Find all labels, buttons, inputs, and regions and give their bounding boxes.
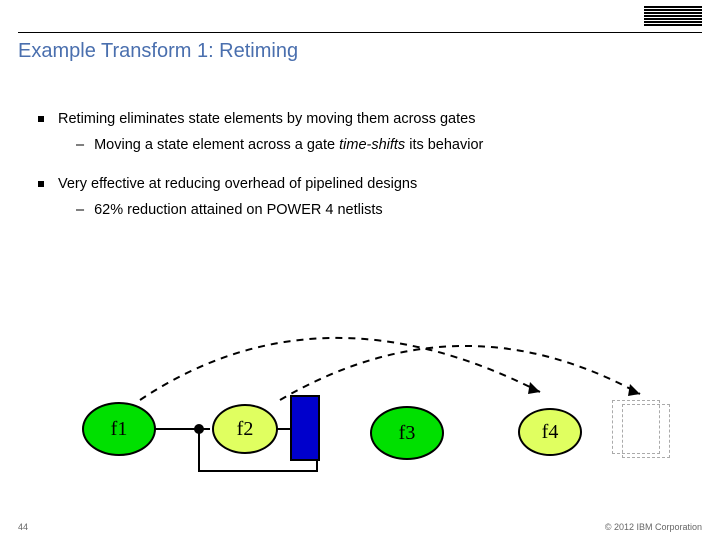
bullet-1-sub-text: Moving a state element across a gate tim… xyxy=(94,136,483,156)
bullet-2-sub-text: 62% reduction attained on POWER 4 netlis… xyxy=(94,201,383,221)
bullet-2-sub: – 62% reduction attained on POWER 4 netl… xyxy=(76,201,690,221)
sub-text-pre: Moving a state element across a gate xyxy=(94,137,339,153)
slide-title: Example Transform 1: Retiming xyxy=(18,40,298,63)
state-element xyxy=(290,395,320,461)
wire-junction xyxy=(194,424,204,434)
node-f4: f4 xyxy=(518,408,582,456)
copyright: © 2012 IBM Corporation xyxy=(605,522,702,532)
bullet-1-text: Retiming eliminates state elements by mo… xyxy=(58,110,475,130)
header-rule xyxy=(18,32,702,33)
dash-marker: – xyxy=(76,136,84,156)
bullet-list: Retiming eliminates state elements by mo… xyxy=(38,110,690,240)
bullet-marker xyxy=(38,181,44,187)
sub-text-em: time-shifts xyxy=(339,137,405,153)
bullet-1-sub: – Moving a state element across a gate t… xyxy=(76,136,690,156)
node-f3-label: f3 xyxy=(399,422,416,445)
bullet-2-text: Very effective at reducing overhead of p… xyxy=(58,175,417,195)
bullet-marker xyxy=(38,116,44,122)
retiming-diagram: f1 f2 f3 f4 xyxy=(0,300,720,500)
bullet-2: Very effective at reducing overhead of p… xyxy=(38,175,690,195)
bullet-1: Retiming eliminates state elements by mo… xyxy=(38,110,690,130)
wire xyxy=(198,470,318,472)
node-f1: f1 xyxy=(82,402,156,456)
node-f2: f2 xyxy=(212,404,278,454)
placeholder-box xyxy=(622,404,670,458)
node-f3: f3 xyxy=(370,406,444,460)
node-f2-label: f2 xyxy=(237,418,254,441)
page-number: 44 xyxy=(18,522,28,532)
dash-marker: – xyxy=(76,201,84,221)
sub-text-post: its behavior xyxy=(405,137,483,153)
node-f1-label: f1 xyxy=(111,418,128,441)
wire xyxy=(198,428,200,472)
node-f4-label: f4 xyxy=(542,421,559,444)
ibm-logo xyxy=(644,6,702,28)
